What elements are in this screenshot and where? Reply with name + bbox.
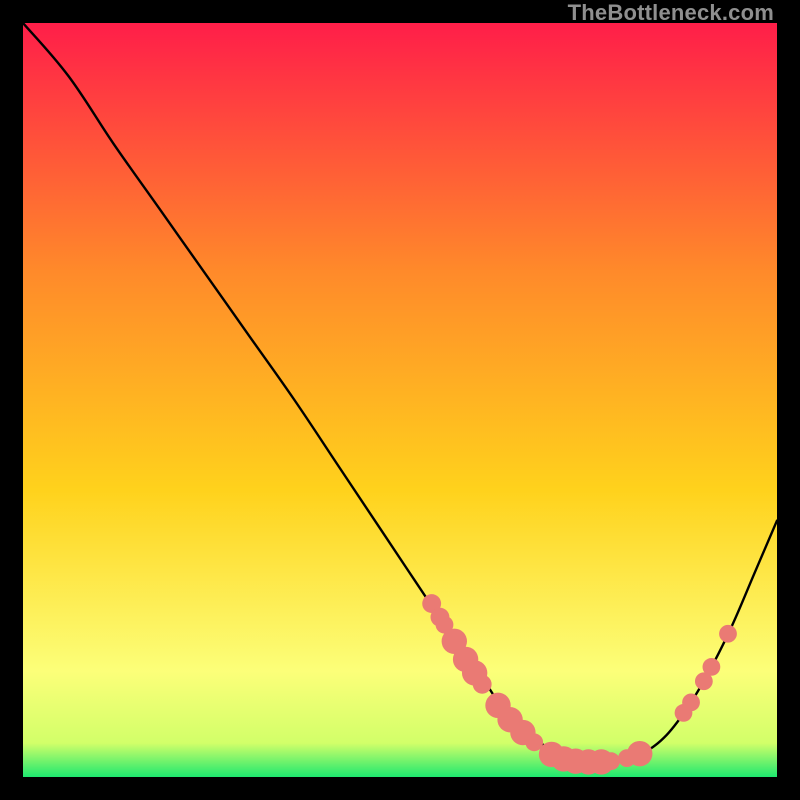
gradient-background xyxy=(23,23,777,777)
bottleneck-chart xyxy=(23,23,777,777)
watermark-text: TheBottleneck.com xyxy=(568,0,774,26)
data-marker xyxy=(473,675,492,694)
data-marker xyxy=(703,658,721,676)
data-marker xyxy=(682,693,700,711)
data-marker xyxy=(719,625,737,643)
data-marker xyxy=(627,741,652,766)
chart-frame xyxy=(23,23,777,777)
data-marker xyxy=(602,752,620,770)
